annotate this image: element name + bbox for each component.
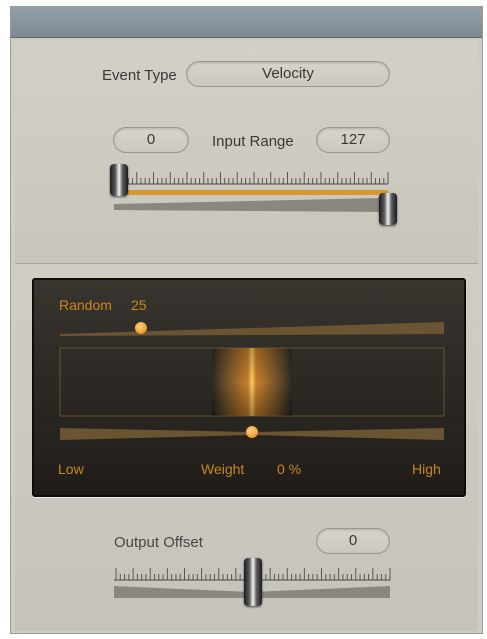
weight-low-label: Low — [58, 461, 84, 477]
random-weight-graph[interactable] — [54, 318, 450, 468]
output-offset-label: Output Offset — [114, 534, 203, 551]
output-offset-field[interactable]: 0 — [316, 528, 390, 554]
output-offset-ramp-right — [251, 586, 390, 598]
weight-label: Weight — [201, 461, 245, 477]
input-range-label: Input Range — [212, 133, 294, 150]
random-handle[interactable] — [135, 322, 147, 334]
input-range-min-handle[interactable] — [110, 164, 128, 196]
input-range-slider[interactable] — [108, 160, 398, 226]
input-range-ramp — [114, 198, 384, 212]
input-range-track — [118, 190, 388, 195]
event-type-label: Event Type — [102, 67, 177, 84]
weight-value: 0 % — [277, 461, 302, 477]
title-bar[interactable] — [11, 7, 482, 38]
input-range-max-field[interactable]: 127 — [316, 127, 390, 153]
random-ramp — [60, 322, 444, 336]
output-offset-ramp-left — [114, 586, 251, 598]
weight-handle[interactable] — [246, 426, 258, 438]
input-range-ruler — [119, 172, 389, 184]
random-value: 25 — [131, 297, 147, 313]
weight-high-label: High — [412, 461, 441, 477]
output-offset-handle[interactable] — [244, 558, 262, 606]
random-label: Random — [59, 297, 112, 313]
input-range-min-field[interactable]: 0 — [113, 127, 189, 153]
event-type-selector[interactable]: Velocity — [186, 61, 390, 87]
input-range-max-handle[interactable] — [379, 193, 397, 225]
